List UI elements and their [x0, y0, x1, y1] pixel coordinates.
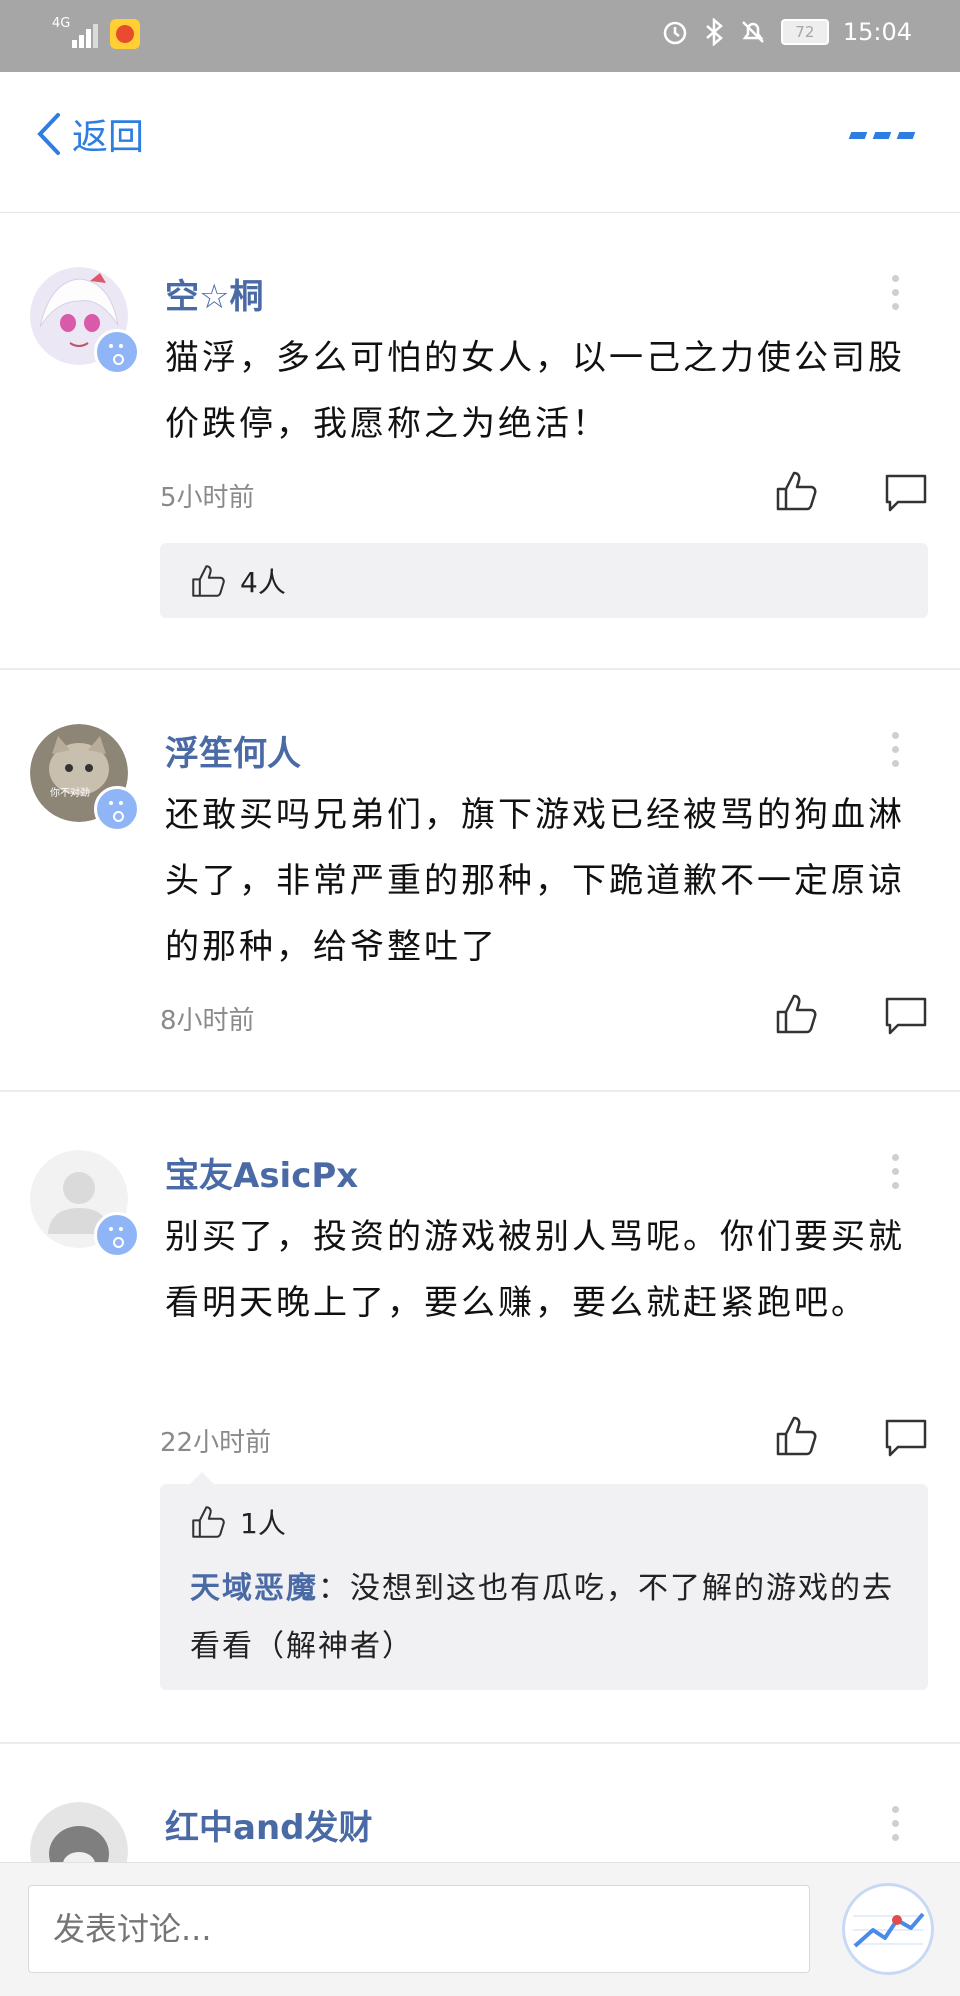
thumbs-up-icon[interactable] — [774, 469, 818, 513]
like-count[interactable]: 4人 — [240, 561, 286, 601]
back-label: 返回 — [72, 117, 145, 158]
comment-item: 宝友AsicPx 别买了，投资的游戏被别人骂呢。你们要买就看明天晚上了，要么赚，… — [0, 1092, 960, 1744]
more-icon — [848, 132, 868, 139]
signal-icon: 4G — [52, 16, 98, 50]
avatar[interactable] — [30, 267, 140, 375]
bluetooth-icon — [706, 18, 723, 46]
stock-chart-button[interactable] — [842, 1883, 934, 1975]
vip-badge-icon — [94, 329, 140, 375]
comment-time: 22小时前 — [160, 1428, 272, 1458]
comment-text: 还敢买吗兄弟们，旗下游戏已经被骂的狗血淋头了，非常严重的那种，下跪道歉不一定原谅… — [165, 795, 905, 967]
reply-icon[interactable] — [884, 994, 928, 1038]
mute-icon — [741, 21, 764, 43]
clock: 15:04 — [842, 18, 912, 46]
comment-item: 红中and发财 — [0, 1744, 960, 1862]
nav-bar: 返回 — [0, 72, 960, 213]
comment-input[interactable] — [28, 1885, 810, 1973]
vip-badge-icon — [94, 1212, 140, 1258]
svg-text:你不对劲: 你不对劲 — [50, 786, 90, 799]
comment-composer — [0, 1862, 960, 1996]
comment-menu-button[interactable] — [892, 275, 900, 317]
reply-icon[interactable] — [884, 471, 928, 515]
like-count[interactable]: 1人 — [240, 1502, 286, 1542]
thumbs-up-icon[interactable] — [774, 1414, 818, 1458]
comment-text: 猫浮，多么可怕的女人，以一己之力使公司股价跌停，我愿称之为绝活！ — [165, 338, 905, 444]
thumbs-up-icon — [192, 565, 225, 597]
back-button[interactable]: 返回 — [36, 108, 144, 160]
reply-item[interactable]: 天域恶魔：没想到这也有瓜吃，不了解的游戏的去看看（解神者） — [190, 1560, 900, 1676]
username[interactable]: 浮笙何人 — [165, 726, 301, 775]
comment-time: 5小时前 — [160, 483, 255, 513]
chart-line-icon — [853, 1912, 925, 1948]
avatar[interactable] — [30, 1802, 128, 1862]
comment-item: 你不对劲 浮笙何人 还敢买吗兄弟们，旗下游戏已经被骂的狗血淋头了，非常严重的那种… — [0, 670, 960, 1092]
app-notification-icon — [110, 19, 140, 49]
chevron-left-icon — [37, 113, 60, 155]
reply-icon[interactable] — [884, 1416, 928, 1460]
likes-and-replies-panel: 1人 天域恶魔：没想到这也有瓜吃，不了解的游戏的去看看（解神者） — [160, 1472, 928, 1690]
thumbs-up-icon[interactable] — [774, 992, 818, 1036]
comment-menu-button[interactable] — [892, 1154, 900, 1196]
username[interactable]: 宝友AsicPx — [165, 1148, 358, 1197]
username[interactable]: 红中and发财 — [165, 1800, 373, 1849]
alarm-icon — [663, 21, 687, 45]
avatar[interactable]: 你不对劲 — [30, 724, 140, 832]
comment-menu-button[interactable] — [892, 1806, 900, 1848]
avatar-image — [30, 1802, 128, 1862]
comment-text: 别买了，投资的游戏被别人骂呢。你们要买就看明天晚上了，要么赚，要么就赶紧跑吧。 — [165, 1217, 905, 1323]
battery-indicator: 72 — [780, 19, 829, 45]
avatar[interactable] — [30, 1150, 140, 1258]
thumbs-up-icon — [192, 1506, 225, 1538]
vip-badge-icon — [94, 786, 140, 832]
comment-menu-button[interactable] — [892, 732, 900, 774]
comment-item: 空☆桐 猫浮，多么可怕的女人，以一己之力使公司股价跌停，我愿称之为绝活！ 5小时… — [0, 213, 960, 670]
status-bar: 4G 72 15:04 — [0, 0, 960, 72]
username[interactable]: 空☆桐 — [165, 269, 263, 318]
more-options-button[interactable] — [848, 132, 916, 139]
reply-author[interactable]: 天域恶魔 — [190, 1571, 318, 1606]
comment-time: 8小时前 — [160, 1006, 255, 1036]
likes-panel: 4人 — [160, 543, 928, 618]
